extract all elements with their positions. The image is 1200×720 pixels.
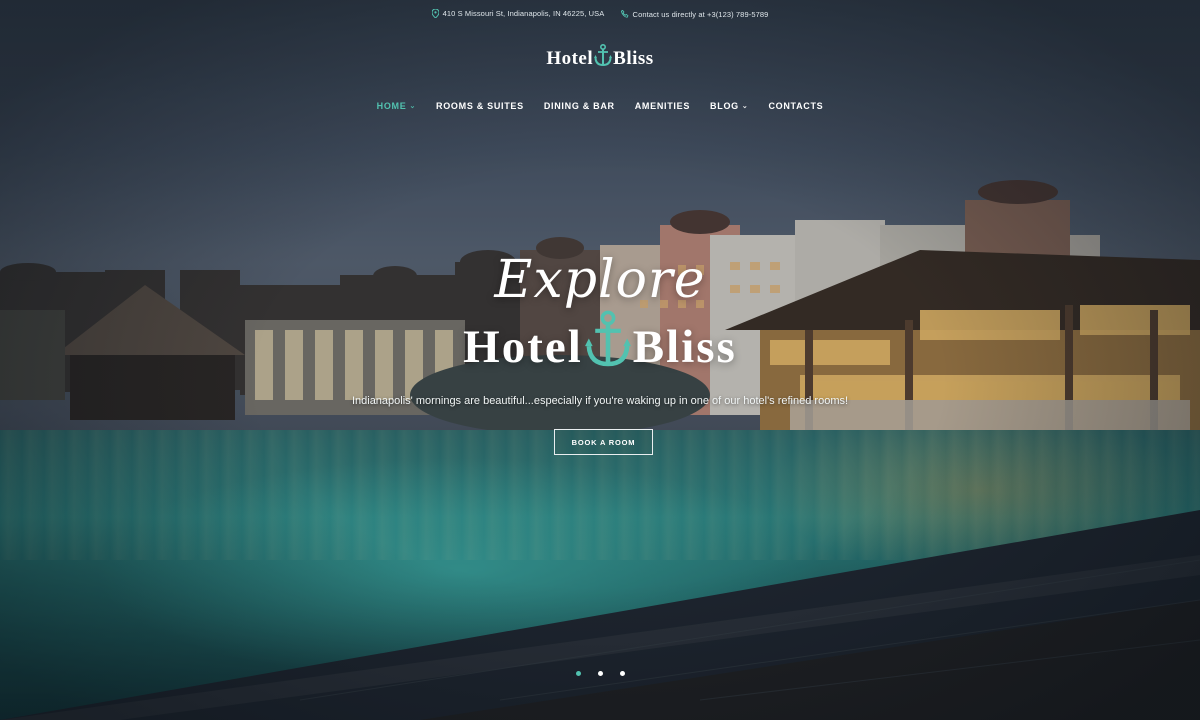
slider-pagination (0, 671, 1200, 676)
phone-icon (620, 10, 629, 18)
nav-item-contacts[interactable]: CONTACTS (768, 101, 823, 111)
address-info: 410 S Missouri St, Indianapolis, IN 4622… (431, 9, 605, 18)
hero-subtitle: Indianapolis' mornings are beautiful...e… (351, 395, 849, 407)
hero-script-heading: Explore (494, 250, 706, 310)
hero-title-word-bliss: Bliss (632, 321, 737, 373)
nav-item-blog[interactable]: BLOG ⌄ (710, 101, 748, 111)
logo-word-bliss: Bliss (613, 48, 654, 69)
chevron-down-icon: ⌄ (409, 103, 417, 110)
anchor-icon (584, 310, 631, 384)
top-info-bar: 410 S Missouri St, Indianapolis, IN 4622… (0, 9, 1200, 20)
slider-dot-2[interactable] (597, 671, 603, 676)
contact-info[interactable]: Contact us directly at +3(123) 789-5789 (620, 9, 769, 19)
site-logo[interactable]: Hotel Bliss (0, 43, 1200, 74)
nav-item-rooms-suites[interactable]: ROOMS & SUITES (436, 101, 524, 111)
hero-title-word-hotel: Hotel (463, 321, 583, 373)
anchor-icon (594, 43, 613, 74)
book-a-room-button[interactable]: BOOK A ROOM (554, 429, 653, 455)
chevron-down-icon: ⌄ (741, 103, 749, 110)
main-navigation: HOME ⌄ ROOMS & SUITES DINING & BAR AMENI… (0, 101, 1200, 111)
contact-text: Contact us directly at +3(123) 789-5789 (632, 9, 769, 19)
logo-word-hotel: Hotel (546, 48, 594, 69)
hero-title: Hotel Bliss (0, 310, 1200, 384)
address-text: 410 S Missouri St, Indianapolis, IN 4622… (442, 9, 605, 18)
map-pin-icon (431, 9, 439, 18)
nav-item-amenities[interactable]: AMENITIES (635, 101, 690, 111)
slider-dot-1[interactable] (575, 671, 581, 676)
slider-dot-3[interactable] (619, 671, 625, 676)
nav-item-dining-bar[interactable]: DINING & BAR (544, 101, 615, 111)
nav-item-home[interactable]: HOME ⌄ (377, 101, 416, 111)
